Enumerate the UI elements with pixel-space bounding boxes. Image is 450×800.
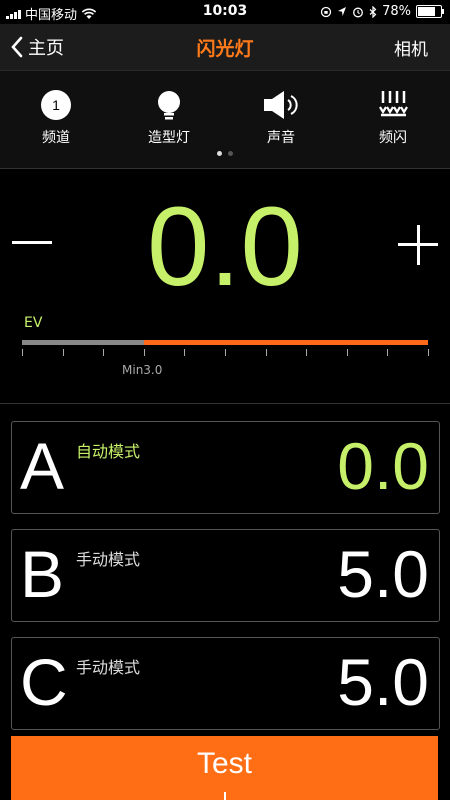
ev-slider-tick xyxy=(22,349,23,356)
home-indicator xyxy=(224,792,226,800)
camera-button[interactable]: 相机 xyxy=(394,35,428,60)
ev-label: EV xyxy=(24,315,43,331)
ev-slider-tick xyxy=(346,349,348,356)
group-card-a[interactable]: A 自动模式 0.0 xyxy=(11,421,440,514)
navigation-bar: 主页 闪光灯 相机 xyxy=(0,24,450,71)
sound-button[interactable]: 声音 xyxy=(236,89,326,147)
test-button[interactable]: Test xyxy=(11,736,438,800)
group-mode: 自动模式 xyxy=(76,442,141,461)
group-value: 5.0 xyxy=(337,537,429,611)
group-card-b[interactable]: B 手动模式 5.0 xyxy=(11,529,440,622)
ev-slider-tick xyxy=(184,349,186,356)
ev-slider-tick xyxy=(265,349,267,356)
group-card-c[interactable]: C 手动模式 5.0 xyxy=(11,637,440,730)
rotation-lock-icon xyxy=(320,6,332,17)
ev-slider[interactable] xyxy=(22,340,428,345)
group-value: 5.0 xyxy=(337,645,429,719)
multi-flash-icon xyxy=(379,91,408,117)
channel-badge: 1 xyxy=(52,97,60,113)
ev-slider-tick xyxy=(103,349,105,356)
page-indicator xyxy=(0,151,450,156)
location-icon xyxy=(338,7,347,16)
ev-slider-ticks xyxy=(22,349,429,357)
ev-slider-active-segment xyxy=(143,340,428,345)
ev-panel: 0.0 EV Min3.0 xyxy=(0,169,450,404)
battery-fill xyxy=(418,7,436,16)
group-mode: 手动模式 xyxy=(76,658,141,677)
page-title: 闪光灯 xyxy=(196,38,254,60)
feature-row: 1 频道 造型灯 声音 频闪 xyxy=(0,71,450,169)
battery-percent: 78% xyxy=(382,4,411,19)
modeling-lamp-label: 造型灯 xyxy=(148,130,190,146)
group-letter: C xyxy=(20,645,68,719)
channel-label: 频道 xyxy=(42,130,70,146)
status-right: 78% xyxy=(320,4,444,19)
ev-slider-tick xyxy=(62,349,64,356)
multi-flash-button[interactable]: 频闪 xyxy=(348,89,438,147)
modeling-lamp-icon xyxy=(158,91,180,120)
multi-flash-label: 频闪 xyxy=(379,130,407,146)
ev-slider-tick xyxy=(225,349,226,356)
ev-slider-min-segment xyxy=(22,340,144,345)
speaker-icon xyxy=(264,91,298,119)
group-mode: 手动模式 xyxy=(76,550,141,569)
ev-slider-tick xyxy=(387,349,389,356)
page-dot xyxy=(228,151,233,156)
alarm-icon xyxy=(353,7,364,17)
group-value: 0.0 xyxy=(337,429,429,503)
channel-button[interactable]: 1 频道 xyxy=(11,89,101,147)
group-letter: A xyxy=(20,429,65,503)
channel-icon: 1 xyxy=(41,90,71,120)
sound-label: 声音 xyxy=(267,130,295,146)
ev-slider-tick xyxy=(428,349,429,356)
min-label: Min3.0 xyxy=(122,363,163,377)
battery-icon xyxy=(416,5,444,18)
ev-value: 0.0 xyxy=(147,184,303,309)
bluetooth-icon xyxy=(369,5,377,18)
ev-slider-tick xyxy=(306,349,308,356)
status-bar: 中国移动 10:03 78% xyxy=(0,0,450,24)
modeling-lamp-button[interactable]: 造型灯 xyxy=(124,89,214,147)
group-letter: B xyxy=(20,537,65,611)
ev-slider-tick xyxy=(143,349,145,356)
page-dot-active xyxy=(217,151,222,156)
